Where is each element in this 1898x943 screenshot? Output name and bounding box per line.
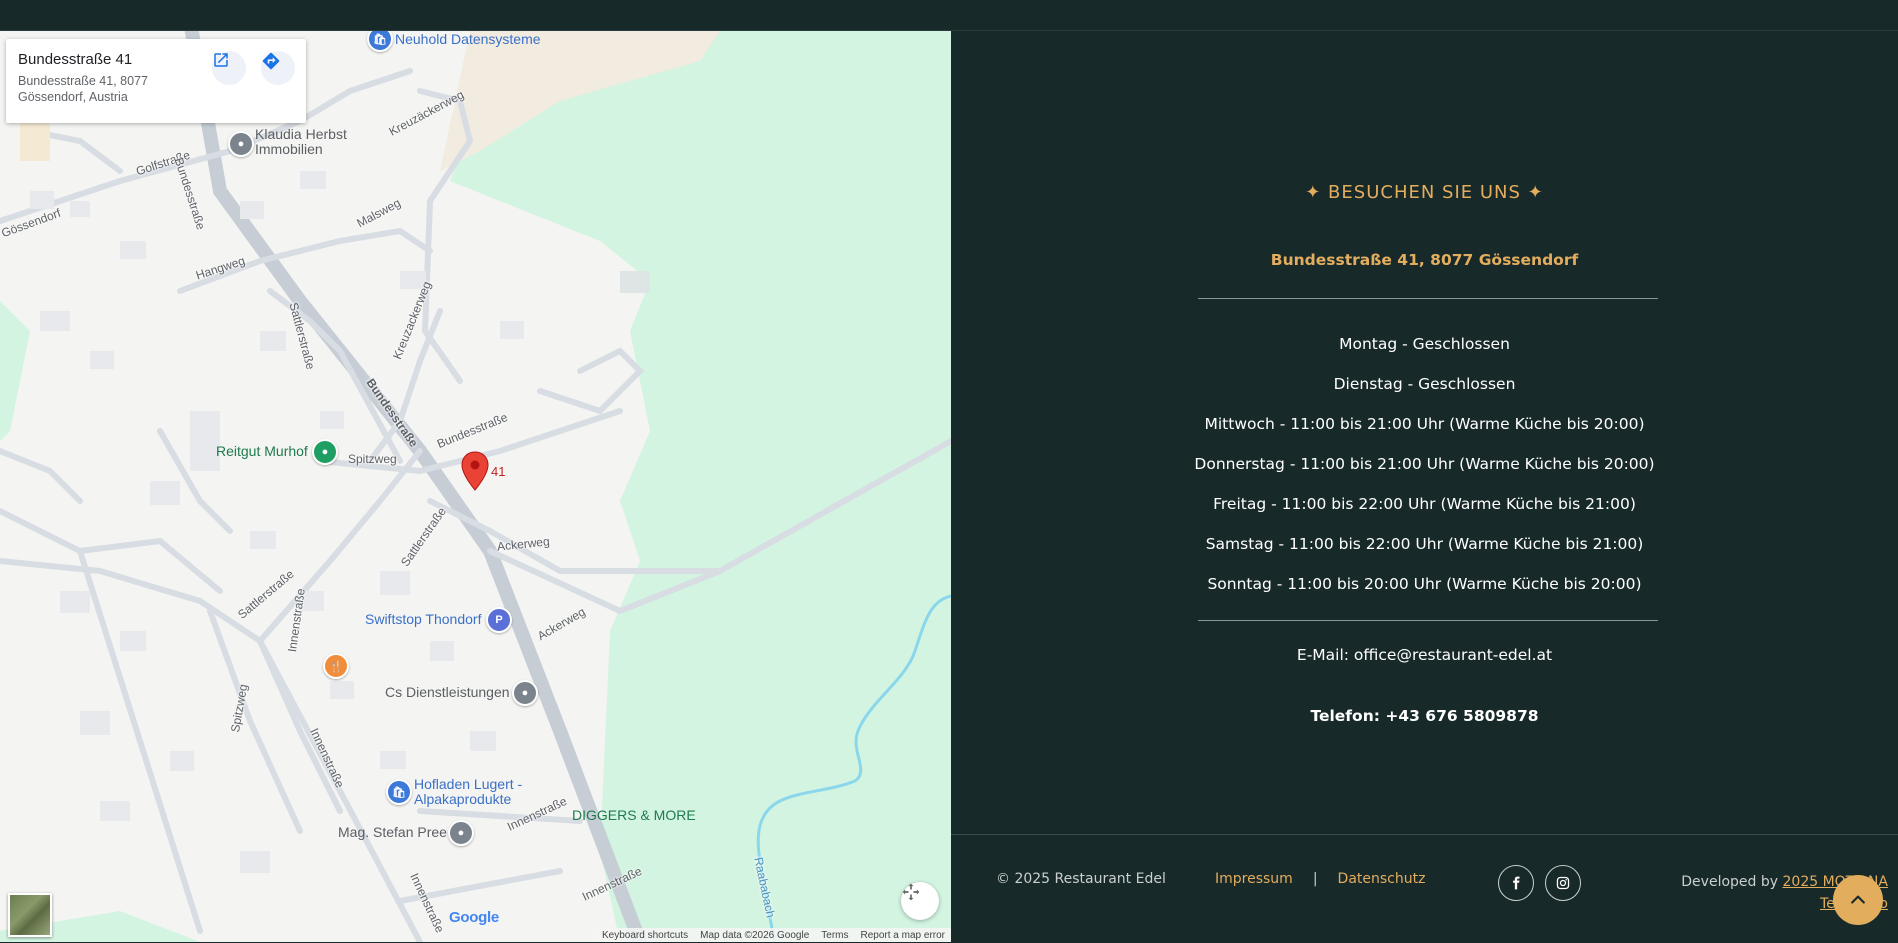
email-link[interactable]: E-Mail: office@restaurant-edel.at <box>951 646 1898 664</box>
map-fullscreen-button[interactable] <box>901 882 939 920</box>
instagram-icon <box>1556 876 1570 890</box>
map-pin-icon[interactable] <box>461 451 489 491</box>
hours-row: Mittwoch - 11:00 bis 21:00 Uhr (Warme Kü… <box>1204 415 1645 433</box>
hours-row: Donnerstag - 11:00 bis 21:00 Uhr (Warme … <box>1194 455 1655 473</box>
hours-row: Sonntag - 11:00 bis 20:00 Uhr (Warme Küc… <box>1207 575 1642 593</box>
map-data-text: Map data ©2026 Google <box>700 929 810 941</box>
map-embed[interactable]: Golfstraße Bundesstraße Kreuzäckerweg Ma… <box>0 31 951 942</box>
divider <box>1198 620 1658 621</box>
google-logo: Google <box>449 909 499 926</box>
poi-shop-icon[interactable]: 🛍 <box>386 779 412 805</box>
open-in-maps-button[interactable] <box>212 51 246 85</box>
fullscreen-icon <box>902 883 920 901</box>
report-error-link[interactable]: Report a map error <box>861 930 945 941</box>
facebook-button[interactable] <box>1498 865 1534 901</box>
directions-button[interactable] <box>261 51 295 85</box>
section-heading: ✦ BESUCHEN SIE UNS ✦ <box>1305 182 1544 203</box>
poi-pin-icon[interactable]: ● <box>228 131 254 157</box>
footer: © 2025 Restaurant Edel Impressum | Daten… <box>951 834 1898 943</box>
hours-row: Dienstag - Geschlossen <box>1333 375 1516 393</box>
impressum-link[interactable]: Impressum <box>1215 871 1293 887</box>
poi-pin-icon[interactable]: ● <box>448 820 474 846</box>
scroll-to-top-button[interactable] <box>1833 875 1883 925</box>
satellite-layer-toggle[interactable] <box>8 893 52 937</box>
poi-label[interactable]: Mag. Stefan Pree <box>338 824 447 840</box>
top-bar <box>0 0 1898 31</box>
place-address: Bundesstraße 41, 8077 Gössendorf, Austri… <box>18 74 148 104</box>
poi-label[interactable]: Klaudia Herbst Immobilien <box>255 127 365 157</box>
datenschutz-link[interactable]: Datenschutz <box>1338 871 1426 887</box>
hours-row: Freitag - 11:00 bis 22:00 Uhr (Warme Küc… <box>1213 495 1636 513</box>
poi-label[interactable]: Neuhold Datensysteme <box>395 31 541 47</box>
marker-label: 41 <box>491 464 506 479</box>
poi-label[interactable]: Hofladen Lugert - Alpakaprodukte <box>414 777 534 807</box>
poi-label[interactable]: DIGGERS & MORE <box>572 807 696 823</box>
phone-link[interactable]: Telefon: +43 676 5809878 <box>951 707 1898 725</box>
arrow-up-icon <box>1851 895 1865 904</box>
restaurant-address: Bundesstraße 41, 8077 Gössendorf <box>1270 251 1579 269</box>
directions-icon <box>262 52 280 70</box>
poi-label[interactable]: Swiftstop Thondorf <box>365 611 481 627</box>
developer-prefix: Developed by <box>1681 874 1779 890</box>
hours-row: Montag - Geschlossen <box>1339 335 1510 353</box>
copyright-text: © 2025 Restaurant Edel <box>996 871 1166 887</box>
link-separator: | <box>1312 871 1318 887</box>
poi-label[interactable]: Reitgut Murhof <box>216 443 308 459</box>
poi-parking-icon[interactable]: P <box>486 607 512 633</box>
map-attribution: Keyboard shortcuts Map data ©2026 Google… <box>593 928 951 942</box>
footer-links: Impressum | Datenschutz <box>1215 871 1425 887</box>
keyboard-shortcuts-link[interactable]: Keyboard shortcuts <box>602 930 688 941</box>
place-title: Bundesstraße 41 <box>18 51 133 68</box>
instagram-button[interactable] <box>1545 865 1581 901</box>
divider <box>1198 298 1658 299</box>
poi-restaurant-icon[interactable]: 🍴 <box>323 653 349 679</box>
hours-row: Samstag - 11:00 bis 22:00 Uhr (Warme Küc… <box>1205 535 1644 553</box>
visit-section: ✦ BESUCHEN SIE UNS ✦ Bundesstraße 41, 80… <box>951 31 1898 833</box>
terms-link[interactable]: Terms <box>821 930 848 941</box>
poi-label[interactable]: Cs Dienstleistungen <box>385 684 510 700</box>
poi-leisure-icon[interactable]: ● <box>312 439 338 465</box>
street-label: Spitzweg <box>348 452 397 466</box>
poi-pin-icon[interactable]: ● <box>512 680 538 706</box>
place-info-card: Bundesstraße 41 Bundesstraße 41, 8077 Gö… <box>6 39 306 123</box>
opening-hours-list: Montag - Geschlossen Dienstag - Geschlos… <box>951 324 1898 604</box>
facebook-icon <box>1513 876 1520 890</box>
open-external-icon <box>214 53 228 67</box>
